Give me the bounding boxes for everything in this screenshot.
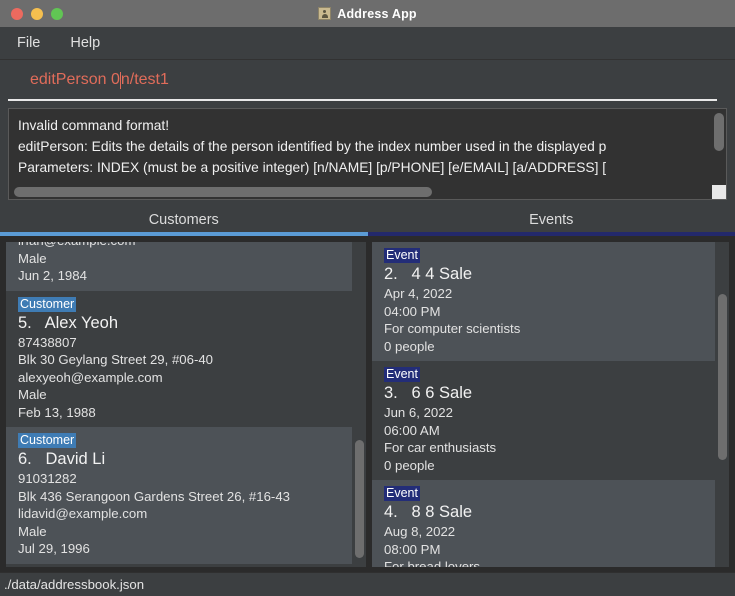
menu-bar: File Help <box>0 27 735 60</box>
customer-address: Blk 436 Serangoon Gardens Street 26, #16… <box>18 488 290 504</box>
command-area: editPerson 0 n/test1 <box>0 60 735 104</box>
event-name: 3. 6 6 Sale <box>384 384 473 402</box>
result-text: Invalid command format! editPerson: Edit… <box>18 115 712 178</box>
customer-birthday: Jul 29, 1996 <box>18 541 90 556</box>
status-bar: ./data/addressbook.json <box>0 572 735 596</box>
event-attendees: 0 people <box>384 457 435 473</box>
customer-gender: Male <box>18 250 47 266</box>
event-date: Jun 6, 2022 <box>384 405 453 420</box>
command-input[interactable]: editPerson 0 n/test1 <box>8 61 717 101</box>
title-bar: Address App <box>0 0 735 27</box>
events-list[interactable]: Event 2. 4 4 Sale Apr 4, 2022 04:00 PM F… <box>372 242 715 567</box>
customer-gender: Male <box>18 523 47 539</box>
list-item[interactable]: Event 2. 4 4 Sale Apr 4, 2022 04:00 PM F… <box>372 242 715 361</box>
list-item[interactable]: Customer 5. Alex Yeoh 87438807 Blk 30 Ge… <box>6 290 352 427</box>
customer-email: irfan@example.com <box>18 242 342 250</box>
event-date: Aug 8, 2022 <box>384 524 456 539</box>
scroll-corner <box>712 185 726 199</box>
events-scroll-thumb[interactable] <box>718 294 727 460</box>
result-horizontal-scrollbar[interactable] <box>9 185 712 199</box>
customer-name: 6. David Li <box>18 450 106 468</box>
result-vertical-scroll-thumb[interactable] <box>714 113 724 151</box>
command-text-before: editPerson 0 <box>30 71 120 88</box>
title-center-group: Address App <box>0 0 735 27</box>
event-name: 4. 8 8 Sale <box>384 503 473 521</box>
event-description: For bread lovers <box>384 559 481 567</box>
customer-phone: 87438807 <box>18 334 77 350</box>
list-item[interactable]: Event 4. 8 8 Sale Aug 8, 2022 08:00 PM F… <box>372 480 715 567</box>
customers-scrollbar[interactable] <box>352 242 366 567</box>
menu-item-file[interactable]: File <box>12 32 45 54</box>
content-panes: irfan@example.com Male Jun 2, 1984 Custo… <box>0 236 735 572</box>
list-item[interactable]: Event 3. 6 6 Sale Jun 6, 2022 06:00 AM F… <box>372 361 715 480</box>
customer-email: alexyeoh@example.com <box>18 369 163 385</box>
customer-birthday: Feb 13, 1988 <box>18 404 96 420</box>
result-display: Invalid command format! editPerson: Edit… <box>8 108 727 200</box>
tab-customers[interactable]: Customers <box>0 204 368 236</box>
event-time: 06:00 AM <box>384 422 440 438</box>
list-item[interactable]: irfan@example.com Male Jun 2, 1984 <box>6 242 352 291</box>
customer-email: lidavid@example.com <box>18 506 148 521</box>
list-item[interactable]: Customer 6. David Li 91031282 Blk 436 Se… <box>6 427 352 564</box>
window-title: Address App <box>337 6 417 21</box>
tab-customers-label: Customers <box>148 212 219 228</box>
status-badge: Customer <box>18 433 77 448</box>
command-text-after: n/test1 <box>120 71 169 88</box>
tab-bar: Customers Events <box>0 204 735 236</box>
tab-events[interactable]: Events <box>367 204 735 236</box>
close-button[interactable] <box>11 7 23 20</box>
customer-gender: Male <box>18 387 47 402</box>
zoom-button[interactable] <box>51 7 63 20</box>
result-line-2: editPerson: Edits the details of the per… <box>18 139 607 154</box>
customers-pane: irfan@example.com Male Jun 2, 1984 Custo… <box>6 242 366 567</box>
event-name: 2. 4 4 Sale <box>384 265 473 283</box>
event-time: 08:00 PM <box>384 541 441 557</box>
window-controls <box>0 7 63 20</box>
save-location-path: ./data/addressbook.json <box>4 577 145 592</box>
events-pane: Event 2. 4 4 Sale Apr 4, 2022 04:00 PM F… <box>372 242 729 567</box>
result-line-3: Parameters: INDEX (must be a positive in… <box>18 160 607 175</box>
status-badge: Event <box>384 248 420 263</box>
menu-item-help[interactable]: Help <box>65 32 105 54</box>
tab-events-label: Events <box>529 212 574 228</box>
customer-address: Blk 30 Geylang Street 29, #06-40 <box>18 352 214 367</box>
event-attendees: 0 people <box>384 338 435 354</box>
event-date: Apr 4, 2022 <box>384 286 453 301</box>
status-badge: Customer <box>18 296 77 312</box>
events-scrollbar[interactable] <box>715 242 729 567</box>
result-horizontal-scroll-thumb[interactable] <box>14 187 432 197</box>
customers-scroll-thumb[interactable] <box>355 440 364 558</box>
result-vertical-scrollbar[interactable] <box>712 109 726 185</box>
app-window: Address App File Help editPerson 0 n/test… <box>0 0 735 596</box>
status-badge: Event <box>384 486 420 501</box>
event-description: For car enthusiasts <box>384 440 497 455</box>
event-time: 04:00 PM <box>384 303 441 319</box>
person-card-icon <box>318 7 332 20</box>
result-line-1: Invalid command format! <box>18 118 170 133</box>
customers-list[interactable]: irfan@example.com Male Jun 2, 1984 Custo… <box>6 242 352 567</box>
minimize-button[interactable] <box>31 7 43 20</box>
customer-birthday: Jun 2, 1984 <box>18 268 87 283</box>
customer-phone: 91031282 <box>18 471 77 486</box>
status-badge: Event <box>384 367 420 382</box>
customer-name: 5. Alex Yeoh <box>18 313 119 332</box>
event-description: For computer scientists <box>384 321 521 336</box>
